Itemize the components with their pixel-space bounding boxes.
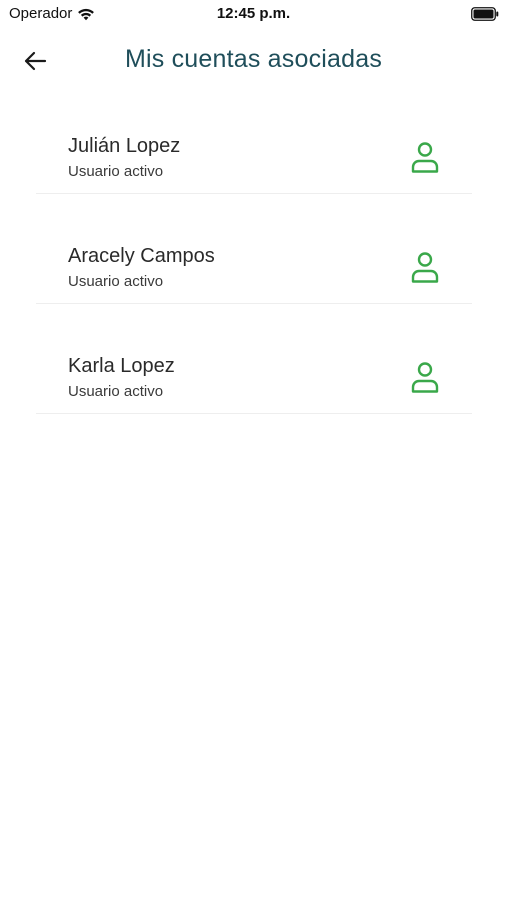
account-row[interactable]: Karla Lopez Usuario activo: [36, 334, 472, 414]
accounts-list: Julián Lopez Usuario activo Aracely Camp…: [36, 114, 472, 444]
account-status: Usuario activo: [68, 383, 164, 400]
header: Mis cuentas asociadas: [0, 40, 507, 82]
user-icon: [410, 141, 440, 173]
account-name: Aracely Campos: [68, 245, 215, 267]
account-row[interactable]: Julián Lopez Usuario activo: [36, 114, 472, 194]
user-icon: [410, 251, 440, 283]
account-status: Usuario activo: [68, 273, 164, 290]
account-status: Usuario activo: [68, 163, 164, 180]
status-bar: Operador 12:45 p.m.: [0, 0, 507, 28]
account-name: Karla Lopez: [68, 355, 175, 377]
battery-icon: [471, 7, 499, 21]
account-row[interactable]: Aracely Campos Usuario activo: [36, 224, 472, 304]
page-title: Mis cuentas asociadas: [124, 45, 383, 73]
status-time: 12:45 p.m.: [216, 5, 291, 22]
user-icon: [410, 361, 440, 393]
account-name: Julián Lopez: [68, 135, 181, 157]
